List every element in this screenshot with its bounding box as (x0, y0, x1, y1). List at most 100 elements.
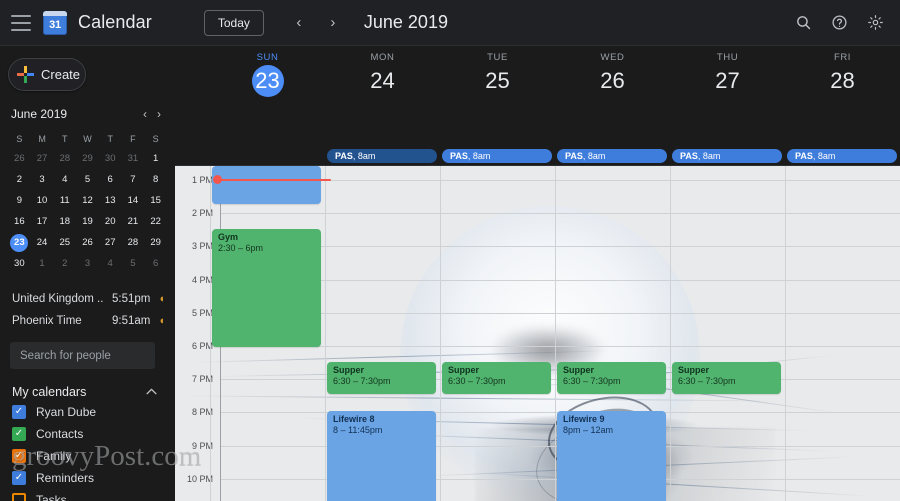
calendar-list-item[interactable]: ✓ Reminders (0, 467, 175, 489)
gear-icon[interactable] (862, 10, 888, 36)
day-header-weekday: THU (716, 52, 739, 63)
all-day-event-chip[interactable]: PAS, 8am (672, 149, 782, 163)
hamburger-menu-icon[interactable] (11, 14, 33, 31)
timezone-row[interactable]: Phoenix Time 9:51am ◖ (12, 310, 165, 332)
mini-calendar-day[interactable]: 26 (76, 233, 99, 252)
mini-calendar-day[interactable]: 15 (144, 191, 167, 210)
current-time-line (216, 179, 331, 181)
day-header-mon[interactable]: MON 24 (325, 46, 440, 98)
day-header-date: 25 (485, 68, 510, 93)
mini-calendar-dow: W (83, 134, 92, 144)
help-icon[interactable] (826, 10, 852, 36)
mini-calendar-day-number: 14 (127, 195, 139, 206)
mini-calendar-day[interactable]: 17 (31, 212, 54, 231)
mini-calendar-day[interactable]: 28 (53, 149, 76, 168)
mini-calendar-day[interactable]: 6 (144, 254, 167, 273)
calendar-event[interactable]: Lifewire 88 – 11:45pm (327, 411, 436, 501)
calendar-event[interactable]: Gym 2:30 – 6pm (212, 229, 321, 347)
mini-calendar-day[interactable]: 28 (122, 233, 145, 252)
checkbox-unchecked-icon[interactable] (12, 493, 26, 501)
calendar-list-item[interactable]: ✓ Contacts (0, 423, 175, 445)
mini-calendar-day[interactable]: 24 (31, 233, 54, 252)
create-button[interactable]: Create (8, 58, 86, 91)
mini-calendar-day[interactable]: 21 (122, 212, 145, 231)
mini-calendar-day[interactable]: 27 (99, 233, 122, 252)
calendar-list-item[interactable]: ✓ Ryan Dube (0, 401, 175, 423)
mini-calendar-day[interactable]: 27 (31, 149, 54, 168)
mini-calendar-day[interactable]: 2 (8, 170, 31, 189)
all-day-event-chip[interactable]: PAS, 8am (442, 149, 552, 163)
search-for-people-input[interactable] (10, 342, 155, 369)
checkbox-checked-icon[interactable]: ✓ (12, 427, 26, 441)
today-button[interactable]: Today (203, 9, 264, 36)
mini-calendar-day[interactable]: 11 (53, 191, 76, 210)
mini-calendar-day[interactable]: 10 (31, 191, 54, 210)
calendar-event[interactable]: Supper 6:30 – 7:30pm (557, 362, 666, 394)
mini-calendar-day[interactable]: 5 (76, 170, 99, 189)
mini-calendar-day[interactable]: 9 (8, 191, 31, 210)
checkbox-checked-icon[interactable]: ✓ (12, 471, 26, 485)
mini-calendar-day[interactable]: 18 (53, 212, 76, 231)
mini-calendar-day-number: 11 (59, 195, 70, 206)
calendar-event[interactable]: Lifewire 9 8pm – 12am (557, 411, 666, 501)
previous-period-button[interactable]: ‹ (286, 10, 312, 36)
day-header-fri[interactable]: FRI 28 (785, 46, 900, 98)
mini-calendar-day[interactable]: 8 (144, 170, 167, 189)
day-header-wed[interactable]: WED 26 (555, 46, 670, 98)
mini-calendar-day[interactable]: 1 (144, 149, 167, 168)
mini-calendar-day[interactable]: 30 (99, 149, 122, 168)
mini-calendar-day[interactable]: 5 (122, 254, 145, 273)
mini-calendar-day[interactable]: 16 (8, 212, 31, 231)
calendar-event[interactable]: Supper 6:30 – 7:30pm (442, 362, 551, 394)
day-header-date: 26 (600, 68, 625, 93)
mini-calendar-next-button[interactable]: › (157, 108, 161, 120)
checkbox-checked-icon[interactable]: ✓ (12, 449, 26, 463)
mini-calendar-day[interactable]: 14 (122, 191, 145, 210)
calendar-week-view: SUN 23 MON 24 TUE 25 WED 26 THU 27 FRI 28 PAS, 8am P… (175, 46, 900, 501)
all-day-event-chip[interactable]: PAS, 8am (787, 149, 897, 163)
day-header-thu[interactable]: THU 27 (670, 46, 785, 98)
mini-calendar-day[interactable]: 29 (76, 149, 99, 168)
mini-calendar-day[interactable]: 3 (76, 254, 99, 273)
mini-calendar-day[interactable]: 31 (122, 149, 145, 168)
my-calendars-section-header[interactable]: My calendars (12, 383, 165, 401)
day-header-tue[interactable]: TUE 25 (440, 46, 555, 98)
mini-calendar-day[interactable]: 30 (8, 254, 31, 273)
mini-calendar-day[interactable]: 1 (31, 254, 54, 273)
mini-calendar-day[interactable]: 20 (99, 212, 122, 231)
timezone-row[interactable]: United Kingdom ... 5:51pm ◖ (12, 288, 165, 310)
calendar-event[interactable] (212, 166, 321, 204)
next-period-button[interactable]: › (320, 10, 346, 36)
mini-calendar-day[interactable]: 29 (144, 233, 167, 252)
mini-calendar-day[interactable]: 22 (144, 212, 167, 231)
checkbox-checked-icon[interactable]: ✓ (12, 405, 26, 419)
mini-calendar-day[interactable]: 25 (53, 233, 76, 252)
mini-calendar-day[interactable]: 13 (99, 191, 122, 210)
all-day-event-chip[interactable]: PAS, 8am (327, 149, 437, 163)
mini-calendar-day[interactable]: 2 (53, 254, 76, 273)
all-day-event-chip[interactable]: PAS, 8am (557, 149, 667, 163)
mini-calendar-day[interactable]: 7 (122, 170, 145, 189)
day-header-weekday: FRI (833, 52, 852, 63)
mini-calendar-day[interactable]: 19 (76, 212, 99, 231)
mini-calendar-day[interactable]: 6 (99, 170, 122, 189)
day-column-divider (440, 166, 441, 501)
search-icon[interactable] (790, 10, 816, 36)
mini-calendar-day-number: 3 (39, 174, 45, 185)
calendar-list-item[interactable]: Tasks (0, 489, 175, 501)
mini-calendar-day[interactable]: 12 (76, 191, 99, 210)
chevron-up-icon[interactable] (146, 387, 165, 398)
mini-calendar-day-number: 27 (104, 237, 116, 248)
mini-calendar-day-selected[interactable]: 23 (8, 233, 31, 252)
mini-calendar-prev-button[interactable]: ‹ (143, 108, 147, 120)
mini-calendar-day[interactable]: 4 (99, 254, 122, 273)
time-grid[interactable]: 1 PM 2 PM 3 PM 4 PM 5 PM 6 PM 7 PM 8 PM 9 PM 10 P… (175, 166, 900, 501)
mini-calendar-day[interactable]: 3 (31, 170, 54, 189)
calendar-event[interactable]: Supper 6:30 – 7:30pm (327, 362, 436, 394)
calendar-list-item[interactable]: ✓ Family (0, 445, 175, 467)
mini-calendar-day[interactable]: 4 (53, 170, 76, 189)
day-header-sun[interactable]: SUN 23 (210, 46, 325, 98)
timezone-time: 5:51pm (111, 293, 151, 305)
calendar-event[interactable]: Supper 6:30 – 7:30pm (672, 362, 781, 394)
mini-calendar-day[interactable]: 26 (8, 149, 31, 168)
